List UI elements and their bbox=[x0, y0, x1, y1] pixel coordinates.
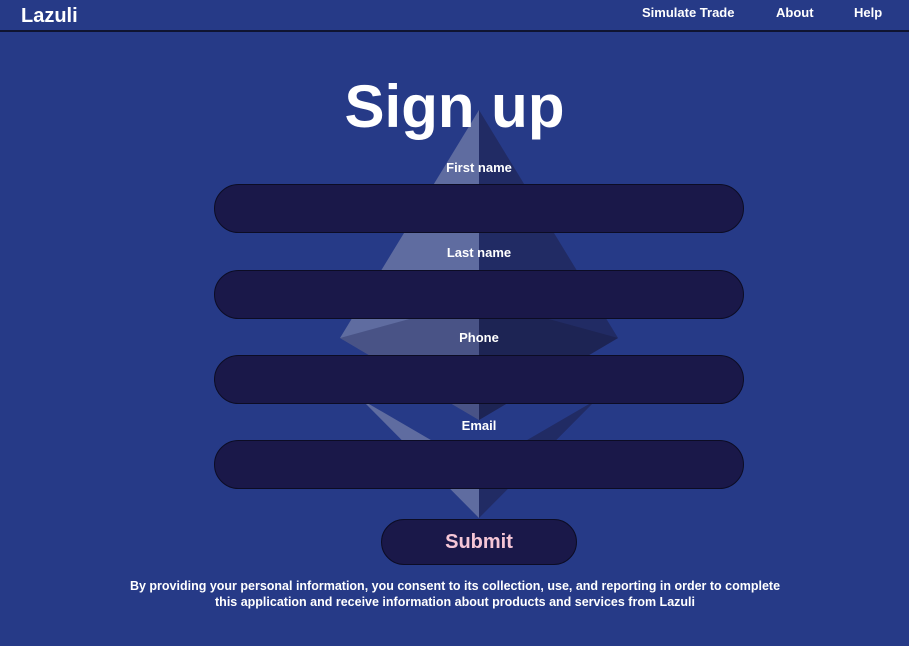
nav-link-about[interactable]: About bbox=[776, 5, 814, 20]
disclaimer-line-2: this application and receive information… bbox=[215, 595, 695, 609]
navbar: Lazuli Simulate Trade About Help bbox=[0, 0, 909, 32]
submit-button[interactable]: Submit bbox=[381, 519, 577, 565]
last-name-field[interactable] bbox=[214, 270, 744, 319]
nav-link-help[interactable]: Help bbox=[854, 5, 882, 20]
consent-disclaimer: By providing your personal information, … bbox=[100, 578, 810, 610]
logo[interactable]: Lazuli bbox=[21, 5, 78, 28]
email-label: Email bbox=[461, 418, 497, 433]
first-name-field[interactable] bbox=[214, 184, 744, 233]
phone-field[interactable] bbox=[214, 355, 744, 404]
page-title: Sign up bbox=[344, 73, 565, 140]
last-name-label: Last name bbox=[446, 245, 512, 260]
phone-label: Phone bbox=[459, 330, 499, 345]
email-field[interactable] bbox=[214, 440, 744, 489]
disclaimer-line-1: By providing your personal information, … bbox=[129, 579, 781, 593]
first-name-label: First name bbox=[446, 160, 512, 175]
nav-link-simulate-trade[interactable]: Simulate Trade bbox=[642, 5, 734, 20]
